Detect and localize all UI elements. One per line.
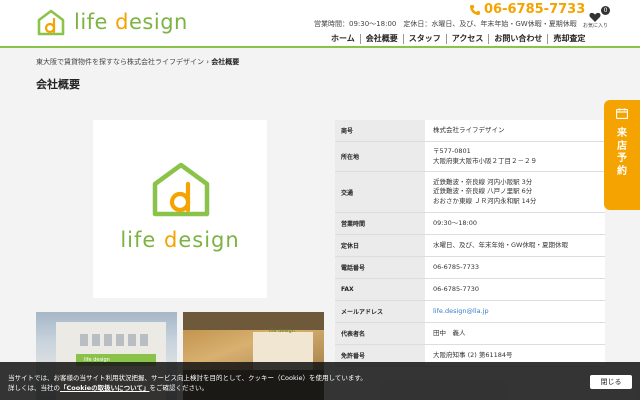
visit-reservation-tab[interactable]: 来店予約 [604,100,640,210]
info-value-line: 06-6785-7733 [433,262,480,271]
logo-text-main: life [74,10,116,34]
nav-item-sell-assessment[interactable]: 売却査定 [547,34,590,44]
company-logo-text-main: life [120,228,164,252]
info-row-label: 代表者名 [335,323,425,344]
info-row-label: メールアドレス [335,301,425,322]
favorites-label: お気に入り [583,23,609,29]
info-row-label: 営業時間 [335,213,425,234]
info-row-value: 09:30～18:00 [425,213,605,234]
info-value-line: 田中 義人 [433,328,466,337]
company-logo-card: life design [93,120,267,298]
house-d-logo-icon [37,9,65,36]
phone-number: 06-6785-7733 [484,2,586,17]
favorites-button[interactable]: 0 お気に入り [583,6,610,29]
breadcrumb-current: 会社概要 [211,58,240,66]
info-row: 所在地 〒577-0801 大阪府東大阪市小阪２丁目２－２９ [335,142,605,172]
info-row: FAX 06-6785-7730 [335,279,605,301]
house-d-logo-icon [152,162,210,217]
breadcrumb-separator: › [206,58,210,66]
breadcrumb-home-link[interactable]: 東大阪で賃貸物件を探すなら株式会社ライフデザイン [36,58,204,66]
nav-item-company[interactable]: 会社概要 [359,34,403,44]
info-row: 電話番号 06-6785-7733 [335,257,605,279]
cookie-message-post: をご確認ください。 [149,384,208,392]
cookie-policy-link[interactable]: 「Cookieの取扱いについて」 [60,384,149,392]
info-value-line: 〒577-0801 [433,147,471,155]
info-row-label: 交通 [335,172,425,212]
company-info-table: 商号 株式会社ライフデザイン 所在地 〒577-0801 大阪府東大阪市小阪２丁目２－２… [335,120,605,367]
info-value-line: 水曜日、及び、年末年始・GW休暇・夏期休暇 [433,240,568,249]
info-row-label: FAX [335,279,425,300]
info-value-line: おおさか東線 ＪＲ河内永和駅 14分 [433,196,537,205]
office-ceiling [183,312,324,330]
header-business-hours: 営業時間：09:30～18:00 定休日：水曜日、及び、年末年始・GW休暇・夏期… [314,20,577,28]
header-phone[interactable]: 06-6785-7733 [469,2,585,17]
nav-item-access[interactable]: アクセス [445,34,489,44]
info-row-value: 株式会社ライフデザイン [425,120,605,141]
info-value-line: 大阪府知事 (2) 第61184号 [433,350,513,359]
nav-item-home[interactable]: ホーム [326,34,360,44]
cookie-message: 当サイトでは、お客様の当サイト利用状況把握、サービス向上検討を目的として、クッキ… [8,373,367,393]
info-value-line: 近鉄難波・奈良線 河内小阪駅 3分 [433,177,533,186]
favorite-count-badge: 0 [601,6,610,15]
heart-icon: 0 [589,6,610,22]
cookie-banner: 当サイトでは、お客様の当サイト利用状況把握、サービス向上検討を目的として、クッキ… [0,362,640,400]
info-row-label: 所在地 [335,142,425,171]
cookie-close-button[interactable]: 閉じる [590,375,632,389]
info-row-label: 電話番号 [335,257,425,278]
info-row-value: 06-6785-7733 [425,257,605,278]
building-windows [80,334,150,346]
company-logo-text-rest: esign [178,228,240,252]
info-row-value: life.design@lla.jp [425,301,605,322]
page-title: 会社概要 [36,78,80,91]
info-row-label: 商号 [335,120,425,141]
info-row-value: 近鉄難波・奈良線 河内小阪駅 3分 近鉄難波・奈良線 八戸ノ里駅 6分 おおさか東線… [425,172,605,212]
info-value-line: 09:30～18:00 [433,218,477,227]
logo-wordmark: life design [74,8,188,36]
site-header: life design 06-6785-7733 営業時間：09:30～18:0… [0,0,640,48]
phone-icon [470,4,480,15]
info-row: メールアドレス life.design@lla.jp [335,301,605,323]
cookie-message-line1: 当サイトでは、お客様の当サイト利用状況把握、サービス向上検討を目的として、クッキ… [8,374,367,382]
info-row: 商号 株式会社ライフデザイン [335,120,605,142]
info-value-line: 近鉄難波・奈良線 八戸ノ里駅 6分 [433,187,533,196]
company-logo-wordmark: life design [93,228,267,252]
info-row: 交通 近鉄難波・奈良線 河内小阪駅 3分 近鉄難波・奈良線 八戸ノ里駅 6分 おおさか… [335,172,605,213]
info-row-value: 06-6785-7730 [425,279,605,300]
info-row-value: 水曜日、及び、年末年始・GW休暇・夏期休暇 [425,235,605,256]
info-row-value: 田中 義人 [425,323,605,344]
cookie-message-pre: 詳しくは、当社の [8,384,60,392]
info-value-line: 06-6785-7730 [433,284,480,293]
visit-reservation-label: 来店予約 [617,128,627,177]
info-row-label: 定休日 [335,235,425,256]
info-value-line: 大阪府東大阪市小阪２丁目２－２９ [433,156,537,165]
calendar-icon [616,108,628,119]
logo-text-accent: d [115,10,130,34]
info-row: 代表者名 田中 義人 [335,323,605,345]
breadcrumb: 東大阪で賃貸物件を探すなら株式会社ライフデザイン › 会社概要 [36,57,239,67]
info-row: 営業時間 09:30～18:00 [335,213,605,235]
global-nav: ホーム 会社概要 スタッフ アクセス お問い合わせ 売却査定 [326,32,590,46]
company-logo-image: life design [36,120,324,298]
site-logo[interactable]: life design [36,8,188,36]
nav-item-contact[interactable]: お問い合わせ [488,34,547,44]
nav-item-staff[interactable]: スタッフ [402,34,446,44]
email-link[interactable]: life.design@lla.jp [433,307,597,317]
office-sign-text: life design [269,328,295,334]
info-row-value: 〒577-0801 大阪府東大阪市小阪２丁目２－２９ [425,142,605,171]
logo-text-rest: esign [129,10,188,34]
info-value-line: 株式会社ライフデザイン [433,125,505,134]
company-logo-text-accent: d [163,228,179,252]
info-row: 定休日 水曜日、及び、年末年始・GW休暇・夏期休暇 [335,235,605,257]
